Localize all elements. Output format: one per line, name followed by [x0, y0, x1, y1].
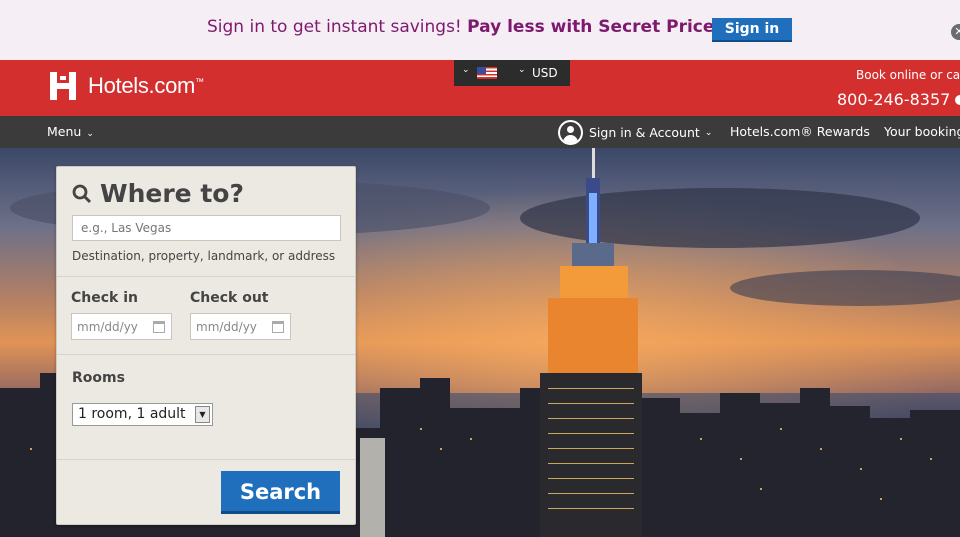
- promo-highlight: Pay less with Secret Prices.: [467, 17, 731, 37]
- rooms-select[interactable]: 1 room, 1 adult ▼: [72, 403, 213, 426]
- promo-signin-button[interactable]: Sign in: [712, 18, 792, 42]
- divider: [57, 459, 355, 460]
- user-avatar-icon: [558, 120, 583, 145]
- chevron-down-icon: ⌄: [462, 65, 470, 75]
- promo-banner: Sign in to get instant savings! Pay less…: [0, 0, 960, 60]
- account-label: Sign in & Account: [589, 125, 700, 140]
- search-button[interactable]: Search: [221, 471, 340, 514]
- checkin-placeholder: mm/dd/yy: [77, 320, 138, 334]
- destination-hint: Destination, property, landmark, or addr…: [72, 249, 336, 263]
- checkout-label: Check out: [190, 290, 269, 306]
- us-flag-icon: [477, 67, 497, 79]
- destination-input[interactable]: [72, 215, 341, 241]
- where-to-label: Where to?: [100, 179, 244, 208]
- divider: [57, 276, 355, 277]
- site-header: Hotels.com™ ⌄ ⌄ USD Book online or ca 80…: [0, 60, 960, 116]
- hotels-logo-icon: [47, 70, 79, 102]
- promo-text: Sign in to get instant savings! Pay less…: [207, 17, 731, 37]
- book-online-text: Book online or ca: [856, 68, 960, 82]
- currency-label: USD: [532, 66, 558, 80]
- chevron-down-icon: ⌄: [86, 129, 94, 139]
- phone-number[interactable]: 800-246-8357: [837, 90, 950, 109]
- info-icon[interactable]: [955, 95, 960, 105]
- menu-label: Menu: [47, 124, 82, 139]
- checkin-label: Check in: [71, 290, 138, 306]
- chevron-down-icon: ⌄: [704, 127, 713, 138]
- logo-text: Hotels.com™: [88, 73, 204, 98]
- logo[interactable]: Hotels.com™: [47, 70, 204, 102]
- locale-selector[interactable]: ⌄ ⌄ USD: [454, 60, 570, 86]
- bookings-link[interactable]: Your booking: [884, 124, 960, 139]
- calendar-icon[interactable]: [153, 321, 165, 333]
- rooms-label: Rooms: [72, 370, 125, 386]
- rooms-value: 1 room, 1 adult: [78, 406, 186, 422]
- dropdown-arrow-icon: ▼: [195, 406, 210, 423]
- checkout-placeholder: mm/dd/yy: [196, 320, 257, 334]
- chevron-down-icon: ⌄: [518, 65, 526, 75]
- main-nav: Menu ⌄ Sign in & Account ⌄ Hotels.com® Rew…: [0, 116, 960, 148]
- calendar-icon[interactable]: [272, 321, 284, 333]
- menu-button[interactable]: Menu ⌄: [47, 124, 94, 139]
- search-icon: [72, 184, 92, 204]
- account-menu[interactable]: Sign in & Account ⌄: [558, 120, 712, 145]
- checkin-input[interactable]: mm/dd/yy: [71, 313, 172, 340]
- checkout-input[interactable]: mm/dd/yy: [190, 313, 291, 340]
- rewards-link[interactable]: Hotels.com® Rewards: [730, 124, 870, 139]
- close-icon[interactable]: ✕: [951, 24, 960, 40]
- promo-message: Sign in to get instant savings!: [207, 17, 468, 37]
- divider: [57, 354, 355, 355]
- where-to-heading: Where to?: [72, 179, 244, 208]
- search-panel: Where to? Destination, property, landmar…: [56, 166, 356, 525]
